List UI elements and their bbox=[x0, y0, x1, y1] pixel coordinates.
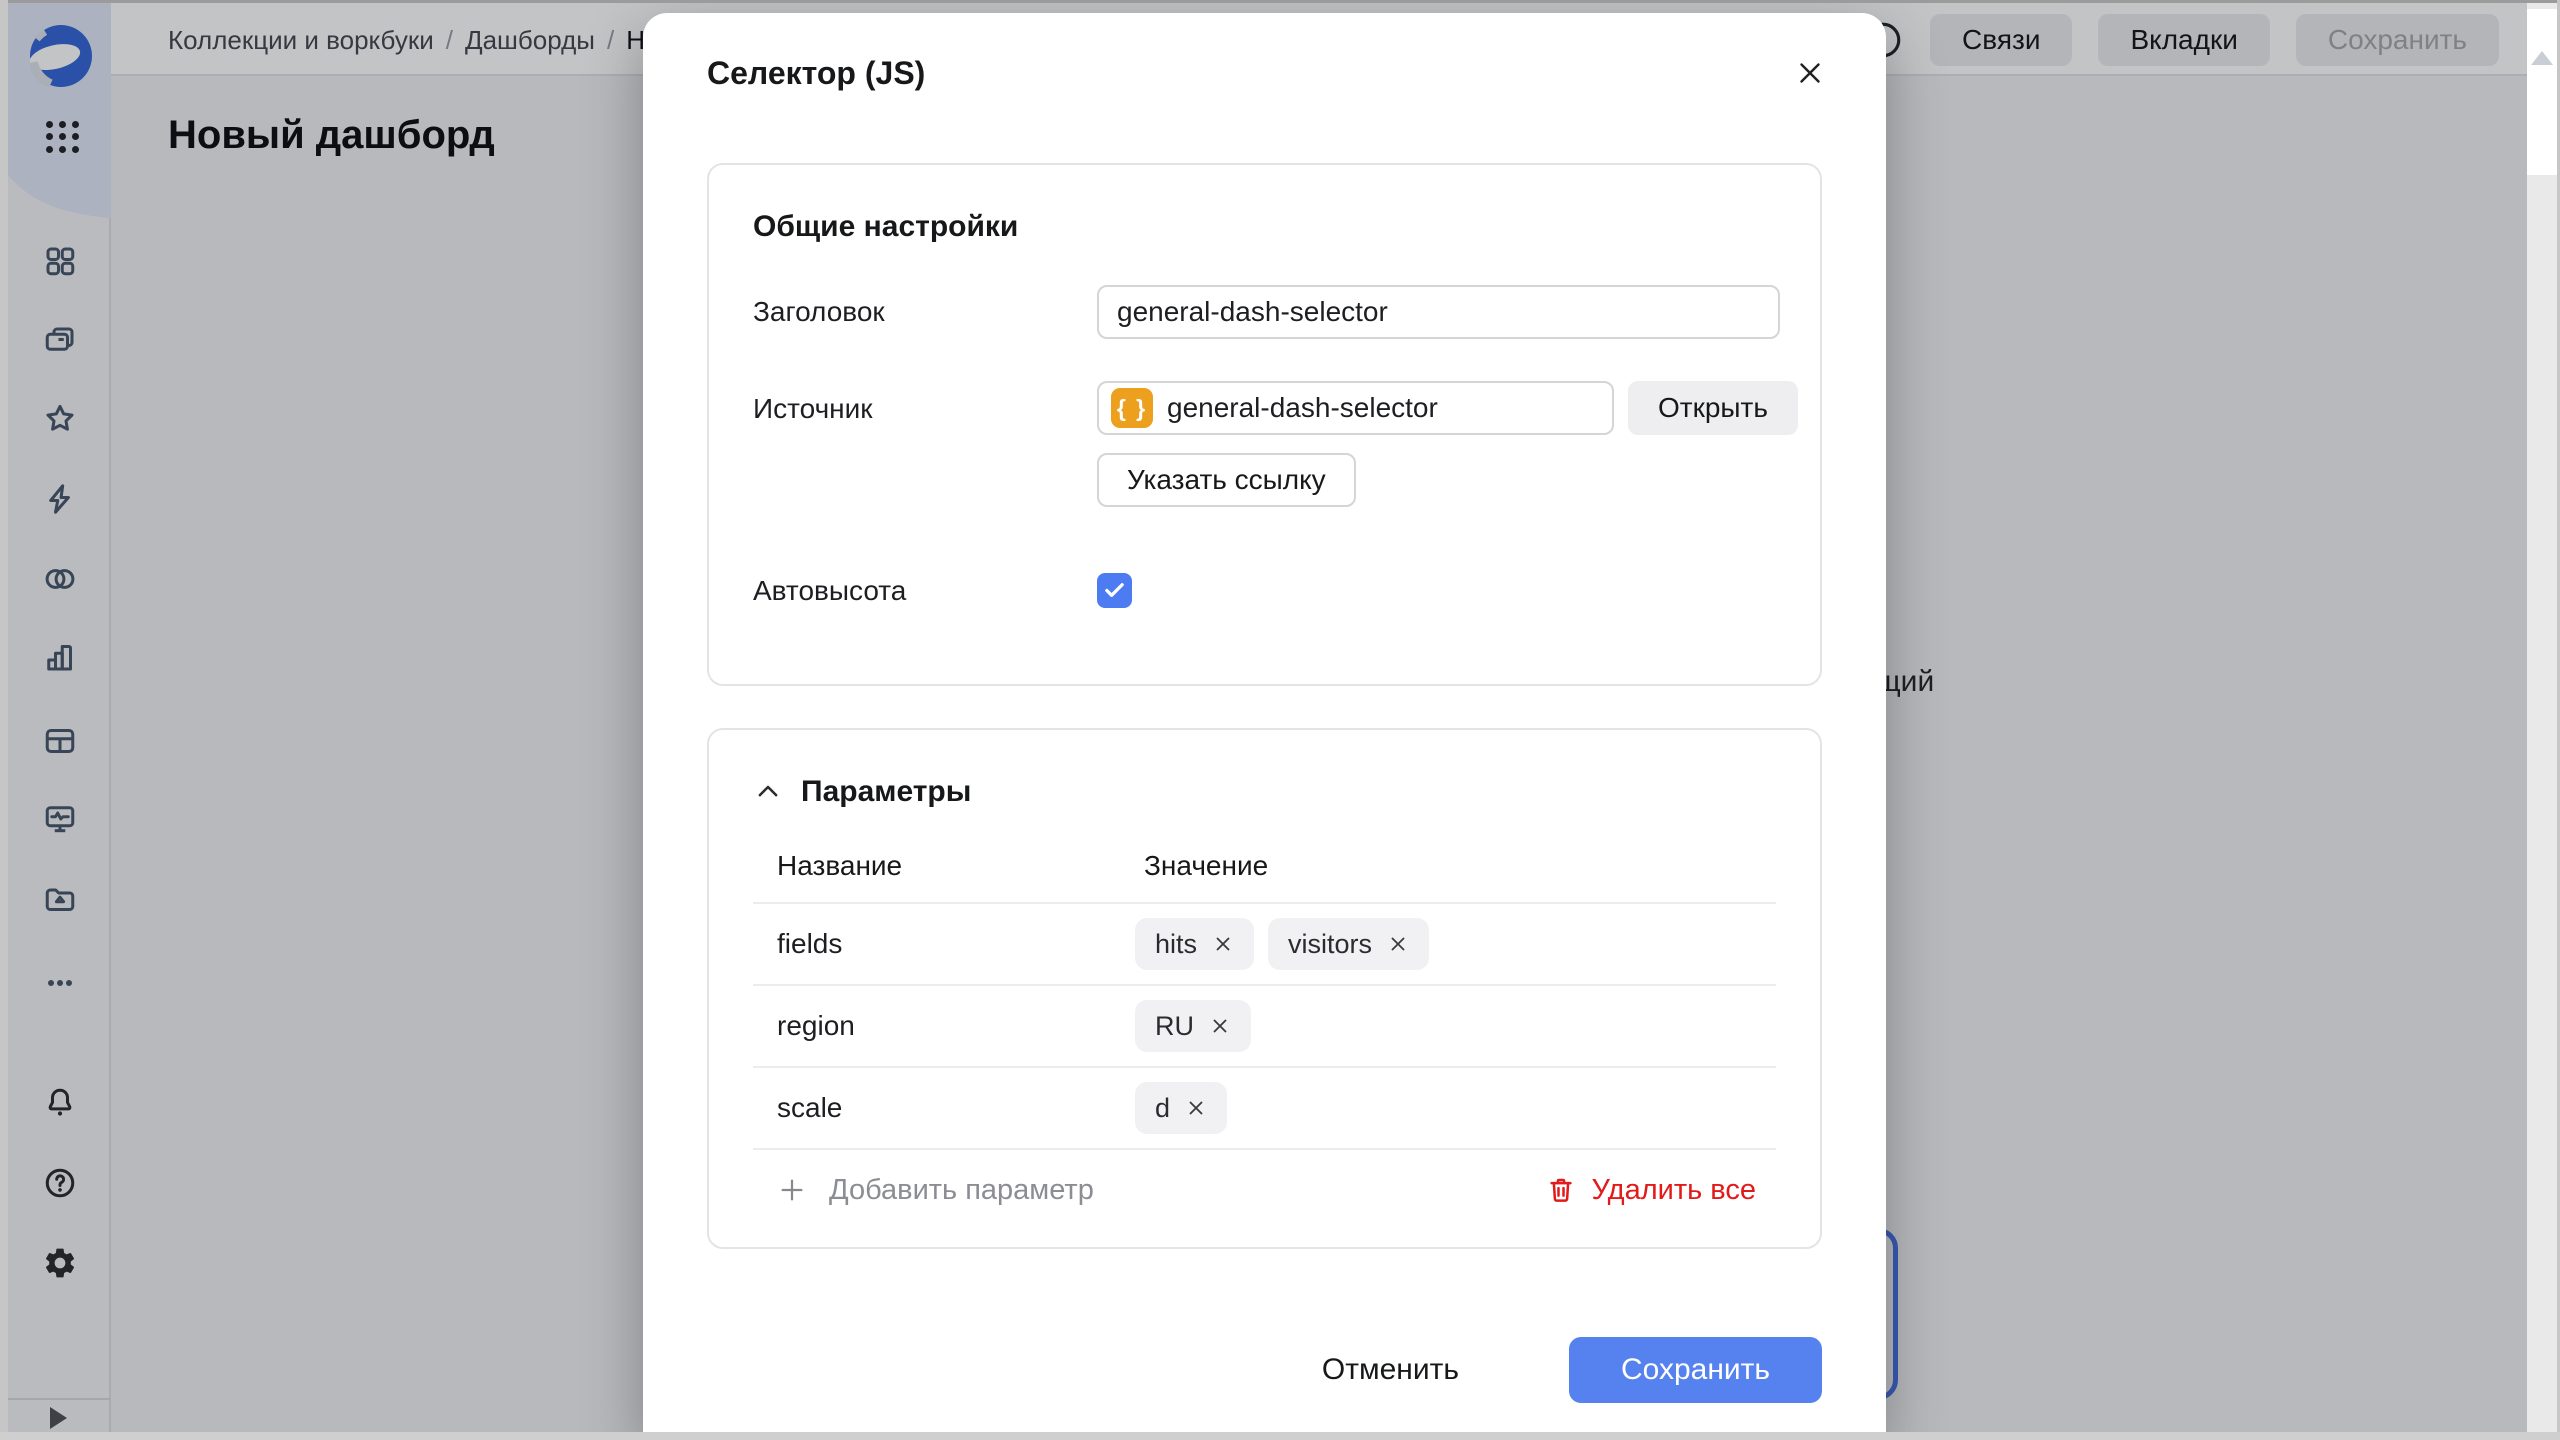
parameter-name: scale bbox=[777, 1092, 843, 1123]
parameters-title: Параметры bbox=[801, 775, 972, 808]
trash-icon bbox=[1549, 1178, 1572, 1202]
chip-remove-icon[interactable] bbox=[1212, 933, 1234, 955]
selector-js-modal: Селектор (JS) Общие настройки Заголовок … bbox=[643, 13, 1886, 1440]
chip-remove-icon[interactable] bbox=[1209, 1015, 1231, 1037]
window-frame bbox=[0, 1432, 2560, 1440]
source-value: general-dash-selector bbox=[1167, 392, 1438, 423]
delete-all-button[interactable]: Удалить все bbox=[1546, 1174, 1756, 1207]
value-chip: hits bbox=[1135, 918, 1255, 970]
source-row: Источник { } general-dash-selector Откры… bbox=[753, 381, 1798, 507]
value-chip: RU bbox=[1135, 1000, 1251, 1052]
window-frame bbox=[0, 0, 2560, 3]
screen: Коллекции и воркбуки / Дашборды / Но bbox=[0, 0, 2560, 1440]
source-label: Источник bbox=[753, 393, 873, 424]
parameter-values: hits visitors bbox=[1135, 918, 1776, 970]
braces-badge-icon: { } bbox=[1111, 388, 1153, 428]
parameter-values: d bbox=[1135, 1082, 1776, 1134]
parameter-values: RU bbox=[1135, 1000, 1776, 1052]
autoheight-row: Автовысота bbox=[753, 573, 1776, 608]
save-button[interactable]: Сохранить bbox=[1569, 1337, 1822, 1403]
specify-link-button[interactable]: Указать ссылку bbox=[1097, 453, 1356, 507]
scroll-up-button[interactable] bbox=[2527, 9, 2557, 175]
autoheight-checkbox[interactable] bbox=[1097, 573, 1132, 608]
source-controls: { } general-dash-selector Открыть Указат… bbox=[1097, 381, 1798, 507]
parameter-row: region RU bbox=[753, 986, 1776, 1068]
value-chip: d bbox=[1135, 1082, 1228, 1134]
close-icon[interactable] bbox=[1790, 53, 1830, 93]
title-row: Заголовок bbox=[753, 285, 1780, 339]
open-button[interactable]: Открыть bbox=[1628, 381, 1798, 435]
parameters-card: Параметры Название Значение fields hits vi… bbox=[707, 728, 1822, 1249]
chevron-up-icon[interactable] bbox=[753, 777, 783, 807]
source-input[interactable]: { } general-dash-selector bbox=[1097, 381, 1614, 435]
triangle-up-icon bbox=[2531, 51, 2553, 65]
chip-label: RU bbox=[1155, 1010, 1194, 1041]
params-rows: fields hits visitors region RU scale d bbox=[753, 904, 1776, 1150]
parameter-row: scale d bbox=[753, 1068, 1776, 1150]
title-input[interactable] bbox=[1097, 285, 1780, 339]
modal-footer: Отменить Сохранить bbox=[707, 1337, 1822, 1403]
parameter-name: region bbox=[777, 1010, 855, 1041]
window-frame bbox=[0, 0, 8, 1440]
cancel-button[interactable]: Отменить bbox=[1292, 1337, 1489, 1403]
parameters-header: Параметры bbox=[753, 774, 1776, 810]
chip-remove-icon[interactable] bbox=[1387, 933, 1409, 955]
column-value-header: Значение bbox=[1144, 850, 1269, 881]
modal-header: Селектор (JS) bbox=[707, 53, 1822, 93]
general-settings-title: Общие настройки bbox=[753, 210, 1019, 243]
autoheight-label: Автовысота bbox=[753, 574, 907, 606]
chip-label: hits bbox=[1155, 928, 1198, 959]
parameter-row: fields hits visitors bbox=[753, 904, 1776, 986]
plus-icon bbox=[781, 1179, 803, 1201]
parameters-column-headers: Название Значение bbox=[753, 850, 1776, 904]
add-parameter-button[interactable]: Добавить параметр bbox=[777, 1174, 1094, 1207]
chip-label: d bbox=[1155, 1092, 1171, 1123]
chip-label: visitors bbox=[1288, 928, 1373, 959]
column-name-header: Название bbox=[777, 850, 903, 881]
value-chip: visitors bbox=[1268, 918, 1430, 970]
title-label: Заголовок bbox=[753, 296, 885, 327]
chip-remove-icon[interactable] bbox=[1185, 1097, 1207, 1119]
modal-title: Селектор (JS) bbox=[707, 54, 926, 91]
browser-scrollbar[interactable] bbox=[2527, 3, 2557, 1432]
parameters-footer: Добавить параметр Удалить все bbox=[753, 1150, 1776, 1230]
general-settings-card: Общие настройки Заголовок Источник { } g… bbox=[707, 163, 1822, 686]
parameter-name: fields bbox=[777, 928, 843, 959]
